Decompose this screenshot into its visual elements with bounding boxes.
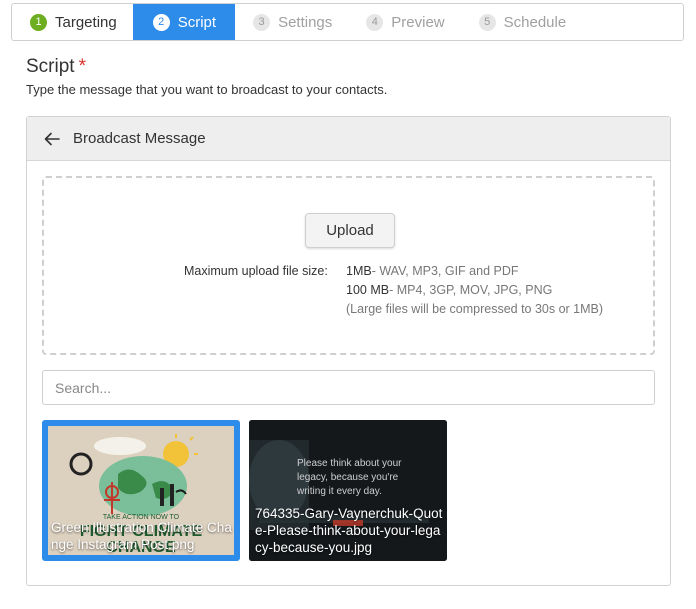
arrow-left-icon[interactable] — [43, 130, 61, 148]
step-preview[interactable]: 4 Preview — [348, 4, 460, 40]
search-input[interactable] — [42, 370, 655, 405]
upload-button[interactable]: Upload — [305, 213, 395, 248]
upload-limits: Maximum upload file size: 1MB - WAV, MP3… — [184, 262, 603, 319]
step-targeting[interactable]: 1 Targeting — [12, 4, 133, 40]
panel-title: Broadcast Message — [73, 130, 206, 147]
panel-header: Broadcast Message — [27, 117, 670, 161]
step-number: 3 — [253, 13, 271, 31]
small-size: 1MB — [346, 264, 372, 278]
wizard-stepper: 1 Targeting 2 Script 3 Settings 4 Previe… — [11, 3, 684, 41]
step-label: Script — [177, 13, 217, 31]
limits-label: Maximum upload file size: — [184, 264, 328, 278]
section-subtitle: Type the message that you want to broadc… — [26, 82, 388, 97]
large-types: - MP4, 3GP, MOV, JPG, PNG — [389, 283, 553, 297]
step-number: 1 — [30, 13, 47, 31]
step-label: Settings — [278, 13, 333, 31]
svg-text:Please think about your: Please think about your — [297, 458, 402, 469]
step-schedule[interactable]: 5 Schedule — [461, 4, 583, 40]
media-item[interactable]: TAKE ACTION NOW TO FIGHT CLIMATE CHANGE … — [42, 420, 240, 561]
media-item[interactable]: Please think about your legacy, because … — [249, 420, 447, 561]
small-types: - WAV, MP3, GIF and PDF — [371, 264, 519, 278]
step-script[interactable]: 2 Script — [132, 4, 236, 40]
step-settings[interactable]: 3 Settings — [235, 4, 348, 40]
svg-text:writing it every day.: writing it every day. — [296, 486, 382, 497]
section-title: Script * — [26, 56, 86, 78]
step-label: Schedule — [503, 13, 567, 31]
required-marker: * — [78, 56, 86, 77]
media-caption: Green Illustration Climate Change Instag… — [51, 520, 232, 552]
step-label: Targeting — [55, 13, 117, 31]
step-number: 2 — [152, 13, 170, 31]
svg-text:legacy, because you're: legacy, because you're — [297, 472, 399, 483]
step-number: 4 — [366, 13, 384, 31]
upload-dropzone[interactable]: Upload Maximum upload file size: 1MB - W… — [42, 176, 655, 355]
broadcast-message-panel: Broadcast Message Upload Maximum upload … — [26, 116, 671, 586]
media-caption: 764335-Gary-Vaynerchuk-Quote-Please-thin… — [255, 506, 443, 555]
step-label: Preview — [391, 13, 445, 31]
large-size: 100 MB — [346, 283, 390, 297]
compression-note: (Large files will be compressed to 30s o… — [346, 302, 604, 316]
section-title-text: Script — [26, 56, 75, 77]
step-number: 5 — [478, 13, 496, 31]
